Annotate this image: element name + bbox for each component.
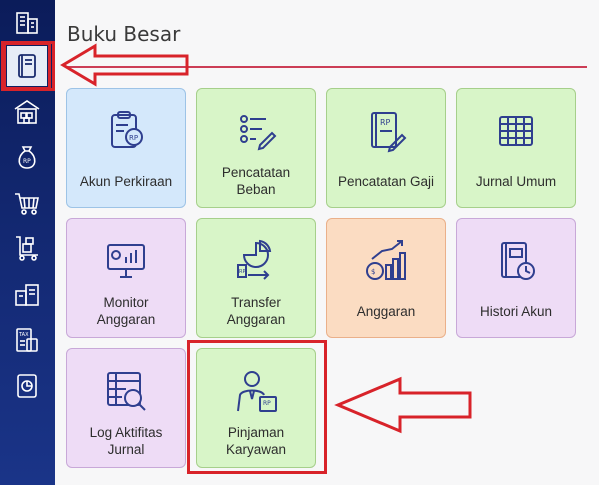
history-book-icon bbox=[501, 242, 535, 280]
sidebar-item-analytics[interactable] bbox=[7, 366, 47, 406]
tile-label: Akun Perkiraan bbox=[79, 173, 173, 189]
tile-anggaran[interactable]: $ Anggaran bbox=[326, 218, 446, 338]
table-search-icon bbox=[107, 372, 146, 411]
title-divider bbox=[67, 66, 587, 68]
tile-log-aktifitas-jurnal[interactable]: Log Aktifitas Jurnal bbox=[66, 348, 186, 468]
warehouse-icon bbox=[14, 100, 40, 124]
tile-label: Pinjaman Karyawan bbox=[225, 425, 287, 457]
delivery-cart-icon bbox=[16, 236, 38, 261]
shopping-cart-icon bbox=[15, 193, 39, 215]
sidebar-item-warehouse[interactable] bbox=[7, 92, 47, 132]
pie-transfer-icon: RP bbox=[237, 239, 272, 280]
svg-text:$: $ bbox=[371, 268, 375, 276]
tile-pinjaman-karyawan[interactable]: RP Pinjaman Karyawan bbox=[196, 348, 316, 468]
grid-table-icon bbox=[499, 116, 533, 146]
sidebar-item-building[interactable] bbox=[7, 2, 47, 42]
svg-text:RP: RP bbox=[23, 158, 31, 165]
tile-label: Transfer Anggaran bbox=[226, 295, 286, 327]
rp-book-edit-icon: RP bbox=[371, 112, 407, 153]
svg-text:RP: RP bbox=[380, 118, 391, 127]
tile-label: Histori Akun bbox=[479, 303, 553, 319]
tile-label: Pencatatan Beban bbox=[221, 165, 291, 197]
tax-document-icon: TAX bbox=[16, 328, 38, 352]
sidebar-item-tax[interactable]: TAX bbox=[7, 320, 47, 360]
sidebar-item-money[interactable]: RP bbox=[7, 137, 47, 177]
monitor-chart-icon bbox=[107, 244, 145, 278]
sidebar-item-buku-besar[interactable] bbox=[3, 42, 51, 90]
sidebar-item-purchase[interactable] bbox=[7, 183, 47, 223]
tile-histori-akun[interactable]: Histori Akun bbox=[456, 218, 576, 338]
employee-loan-icon: RP bbox=[237, 371, 277, 412]
svg-text:RP: RP bbox=[129, 134, 138, 142]
checklist-edit-icon bbox=[240, 115, 277, 151]
tile-jurnal-umum[interactable]: Jurnal Umum bbox=[456, 88, 576, 208]
office-chart-icon bbox=[15, 284, 39, 306]
tile-label: Jurnal Umum bbox=[475, 173, 557, 189]
building-icon bbox=[16, 12, 38, 34]
sidebar: RP TAX bbox=[0, 0, 55, 485]
tile-label: Monitor Anggaran bbox=[96, 295, 156, 327]
svg-text:RP: RP bbox=[239, 269, 246, 275]
svg-text:RP: RP bbox=[263, 400, 271, 407]
tile-transfer-anggaran[interactable]: RP Transfer Anggaran bbox=[196, 218, 316, 338]
tile-label: Anggaran bbox=[356, 303, 416, 319]
tile-monitor-anggaran[interactable]: Monitor Anggaran bbox=[66, 218, 186, 338]
tile-pencatatan-beban[interactable]: Pencatatan Beban bbox=[196, 88, 316, 208]
coins-growth-icon: $ bbox=[366, 240, 406, 280]
money-bag-icon: RP bbox=[18, 146, 36, 169]
tile-pencatatan-gaji[interactable]: RP Pencatatan Gaji bbox=[326, 88, 446, 208]
sidebar-item-report[interactable] bbox=[7, 274, 47, 314]
report-chart-icon bbox=[17, 374, 37, 398]
ledger-book-icon bbox=[18, 54, 36, 78]
tile-label: Pencatatan Gaji bbox=[337, 173, 435, 189]
tile-akun-perkiraan[interactable]: RP Akun Perkiraan bbox=[66, 88, 186, 208]
sidebar-item-sales[interactable] bbox=[7, 228, 47, 268]
tile-label: Log Aktifitas Jurnal bbox=[89, 425, 163, 457]
clipboard-rp-icon: RP bbox=[111, 111, 143, 148]
svg-text:TAX: TAX bbox=[18, 332, 29, 338]
page-title: Buku Besar bbox=[67, 22, 181, 46]
buku-besar-panel: Buku Besar RP Akun Perkiraan Pencatatan … bbox=[55, 0, 599, 485]
